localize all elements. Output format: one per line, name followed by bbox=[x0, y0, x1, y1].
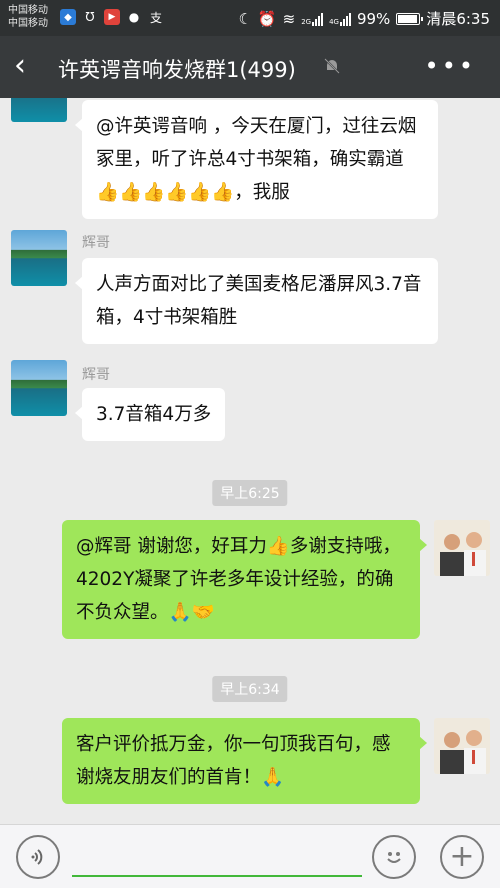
clock: 清晨6:35 bbox=[426, 10, 490, 28]
avatar[interactable] bbox=[11, 230, 67, 286]
shield-icon: ◆ bbox=[60, 9, 76, 25]
plus-icon[interactable]: + bbox=[440, 835, 484, 879]
timestamp: 早上6:34 bbox=[212, 676, 288, 702]
chat-title-bar: ‹ 许英谔音响发烧群1(499) ••• bbox=[0, 36, 500, 98]
spy-icon: Ʊ bbox=[85, 10, 95, 24]
back-arrow-icon[interactable]: ‹ bbox=[14, 51, 44, 82]
wifi-icon: ≋ bbox=[282, 9, 296, 28]
signal-2-icon: 4G bbox=[329, 12, 351, 26]
input-bar: + bbox=[0, 824, 500, 888]
timestamp: 早上6:25 bbox=[212, 480, 288, 506]
sender-name: 辉哥 bbox=[82, 235, 110, 251]
video-icon: ▶ bbox=[104, 9, 120, 25]
message-bubble[interactable]: 人声方面对比了美国麦格尼潘屏风3.7音箱，4寸书架箱胜 bbox=[75, 258, 438, 344]
avatar[interactable] bbox=[434, 718, 490, 774]
message-bubble[interactable]: 客户评价抵万金，你一句顶我百句，感谢烧友朋友们的首肯！🙏 bbox=[62, 718, 427, 804]
emoji-icon[interactable] bbox=[372, 835, 416, 879]
message-input[interactable] bbox=[72, 837, 362, 877]
battery-icon bbox=[396, 12, 424, 25]
mute-bell-icon bbox=[322, 56, 344, 78]
status-bar: 中国移动 中国移动 ◆ Ʊ ▶ ● 支 ☾ ⏰ ≋ 2G 4G 99% 清晨6:… bbox=[0, 0, 500, 36]
avatar[interactable] bbox=[11, 98, 67, 122]
battery-percent: 99% bbox=[356, 9, 391, 28]
notification-icons: ◆ Ʊ ▶ ● 支 bbox=[60, 9, 164, 25]
more-dots-icon[interactable]: ••• bbox=[425, 52, 476, 80]
sender-name: 辉哥 bbox=[82, 367, 110, 383]
avatar[interactable] bbox=[434, 520, 490, 576]
message-bubble[interactable]: @辉哥 谢谢您，好耳力👍多谢支持哦，4202Y凝聚了许老多年设计经验，的确不负众… bbox=[62, 520, 427, 639]
alipay-icon: 支 bbox=[149, 10, 162, 25]
moon-icon: ☾ bbox=[238, 9, 252, 28]
message-bubble[interactable]: @许英谔音响 ，今天在厦门，过往云烟冢里，听了许总4寸书架箱，确实霸道👍👍👍👍👍… bbox=[75, 100, 438, 219]
message-bubble[interactable]: 3.7音箱4万多 bbox=[74, 388, 226, 441]
chat-icon: ● bbox=[128, 10, 140, 24]
carrier-2: 中国移动 bbox=[8, 18, 48, 29]
carrier-1: 中国移动 bbox=[8, 5, 48, 16]
system-status: ☾ ⏰ ≋ 2G 4G 99% 清晨6:35 bbox=[238, 8, 490, 29]
alarm-icon: ⏰ bbox=[257, 9, 277, 28]
group-title: 许英谔音响发烧群1(499) bbox=[58, 58, 296, 82]
signal-1-icon: 2G bbox=[301, 12, 324, 26]
avatar[interactable] bbox=[11, 360, 67, 416]
message-list[interactable]: @许英谔音响 ，今天在厦门，过往云烟冢里，听了许总4寸书架箱，确实霸道👍👍👍👍👍… bbox=[0, 98, 500, 824]
voice-icon[interactable] bbox=[16, 835, 60, 879]
